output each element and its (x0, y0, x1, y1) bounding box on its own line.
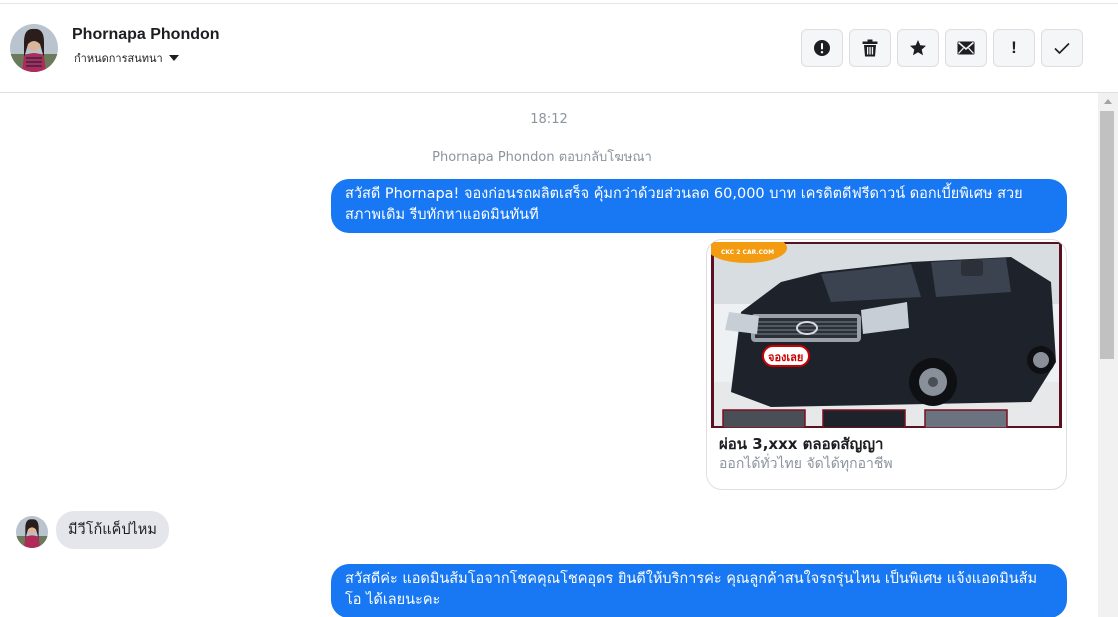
conversation-settings-dropdown[interactable]: กำหนดการสนทนา (74, 49, 179, 67)
outgoing-message[interactable]: สวัสดีค่ะ แอดมินส้มโอจากโชคคุณโชคอุดร ยิ… (331, 564, 1067, 617)
ad-reply-notice: Phornapa Phondon ตอบกลับโฆษณา (432, 150, 652, 165)
alert-circle-icon (814, 40, 830, 56)
conversation-toolbar: ! (801, 29, 1083, 67)
conversation-settings-label: กำหนดการสนทนา (74, 52, 163, 65)
outgoing-message[interactable]: สวัสดี Phornapa! จองก่อนรถผลิตเสร็จ คุ้ม… (331, 179, 1067, 233)
chat-scrollbar[interactable] (1098, 93, 1118, 617)
ad-card-subtitle: ออกได้ทั่วไทย จัดได้ทุกอาชีพ (719, 456, 893, 472)
scroll-up-arrow-icon[interactable] (1104, 99, 1112, 104)
contact-name[interactable]: Phornapa Phondon (72, 26, 220, 44)
exclamation-icon: ! (1011, 38, 1017, 57)
trash-icon (862, 39, 878, 57)
ad-card[interactable]: CKC 2 CAR.COM จองเลย ผ่อน 3,xxx ตลอดสัญญ… (706, 239, 1067, 490)
mark-unread-button[interactable] (945, 29, 987, 67)
ad-reserve-badge: จองเลย (768, 351, 803, 364)
mark-done-button[interactable] (1041, 29, 1083, 67)
conversation-header: Phornapa Phondon กำหนดการสนทนา ! (0, 4, 1118, 93)
follow-up-button[interactable]: ! (993, 29, 1035, 67)
contact-avatar-small[interactable] (16, 516, 48, 548)
delete-button[interactable] (849, 29, 891, 67)
caret-down-icon (168, 55, 179, 61)
ad-card-image: CKC 2 CAR.COM จองเลย (711, 242, 1062, 428)
star-icon (910, 40, 926, 56)
scrollbar-thumb[interactable] (1100, 111, 1114, 359)
ad-logo-text: CKC 2 CAR.COM (721, 249, 774, 256)
message-timestamp: 18:12 (530, 112, 568, 127)
incoming-message[interactable]: มีวีโก้แค็ปไหม (56, 511, 169, 549)
message-thread[interactable]: 18:12 Phornapa Phondon ตอบกลับโฆษณา สวัส… (0, 93, 1098, 617)
contact-avatar[interactable] (10, 24, 58, 72)
envelope-icon (957, 41, 975, 55)
star-button[interactable] (897, 29, 939, 67)
check-icon (1054, 42, 1070, 54)
mark-spam-button[interactable] (801, 29, 843, 67)
